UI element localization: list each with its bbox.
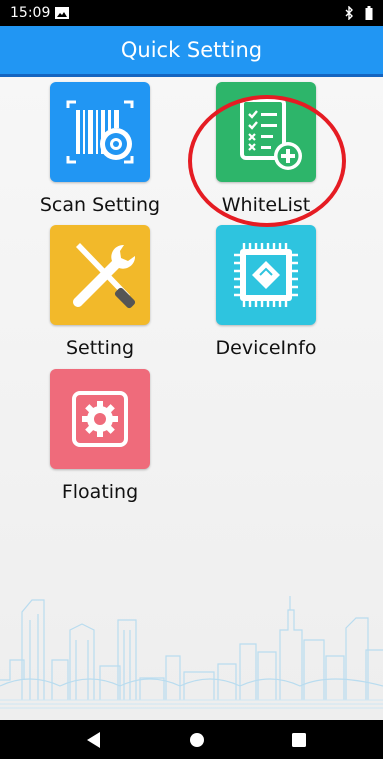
gear-icon — [50, 369, 150, 469]
tile-floating[interactable]: Floating — [41, 369, 159, 509]
battery-icon — [365, 6, 373, 20]
image-notification-icon — [55, 7, 69, 19]
status-bar: 15:09 — [0, 0, 383, 26]
tile-deviceinfo[interactable]: DeviceInfo — [207, 225, 325, 365]
wrench-screwdriver-icon — [50, 225, 150, 325]
navigation-bar — [0, 720, 383, 759]
back-icon[interactable] — [87, 732, 101, 748]
tile-label-setting: Setting — [65, 337, 135, 359]
recent-apps-icon[interactable] — [292, 733, 306, 747]
tile-scan-setting[interactable]: Scan Setting — [40, 82, 160, 222]
page-title: Quick Setting — [120, 38, 263, 62]
chip-icon — [216, 225, 316, 325]
tile-label-floating: Floating — [61, 481, 139, 503]
status-time: 15:09 — [10, 5, 51, 21]
annotation-highlight-circle — [188, 95, 346, 227]
barcode-gear-icon — [50, 82, 150, 182]
title-bar: Quick Setting — [0, 26, 383, 77]
city-skyline-decoration — [0, 596, 383, 709]
bluetooth-icon — [345, 6, 353, 20]
tile-setting[interactable]: Setting — [41, 225, 159, 365]
home-icon[interactable] — [190, 733, 204, 747]
tile-label-scan-setting: Scan Setting — [39, 194, 161, 216]
tile-label-deviceinfo: DeviceInfo — [215, 337, 317, 359]
